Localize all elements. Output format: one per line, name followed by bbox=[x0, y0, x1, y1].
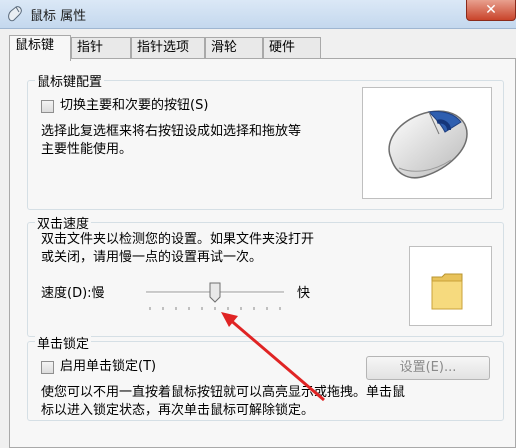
tab-buttons[interactable]: 鼠标键 bbox=[9, 35, 71, 61]
switch-buttons-checkbox[interactable] bbox=[41, 100, 54, 113]
click-lock-description: 使您可以不用一直按着鼠标按钮就可以高亮显示或拖拽。单击鼠 bbox=[41, 385, 406, 400]
double-click-description: 双击文件夹以检测您的设置。如果文件夹没打开 bbox=[41, 232, 315, 247]
slider-thumb[interactable] bbox=[209, 282, 221, 303]
mouse-illustration-icon bbox=[388, 110, 468, 179]
click-lock-settings-button[interactable]: 设置(E)... bbox=[366, 356, 490, 380]
group-title: 单击锁定 bbox=[35, 333, 92, 352]
button-config-description: 主要性能使用。 bbox=[41, 142, 133, 157]
folder-icon bbox=[431, 273, 463, 310]
test-folder[interactable] bbox=[409, 246, 492, 326]
speed-label: 速度(D):慢 bbox=[41, 286, 105, 301]
double-click-description: 或关闭，请用慢一点的设置再试一次。 bbox=[41, 250, 263, 265]
click-lock-group: 单击锁定 启用单击锁定(T) 设置(E)... 使您可以不用一直按着鼠标按钮就可… bbox=[27, 333, 504, 421]
tab-label: 硬件 bbox=[269, 40, 296, 55]
tab-pointers[interactable]: 指针 bbox=[71, 37, 131, 59]
tab-wheel[interactable]: 滑轮 bbox=[205, 37, 263, 59]
fast-label: 快 bbox=[297, 286, 311, 301]
slider-track bbox=[146, 282, 284, 310]
click-lock-description: 标以进入锁定状态，再次单击鼠标可解除锁定。 bbox=[41, 403, 315, 418]
tab-label: 指针 bbox=[77, 40, 104, 55]
switch-buttons-label[interactable]: 切换主要和次要的按钮(S) bbox=[60, 97, 208, 115]
button-config-description: 选择此复选框来将右按钮设成如选择和拖放等 bbox=[41, 124, 302, 139]
tab-label: 鼠标键 bbox=[15, 38, 55, 53]
speed-slider[interactable] bbox=[146, 281, 286, 315]
tab-label: 滑轮 bbox=[211, 40, 238, 55]
double-click-group: 双击速度 双击文件夹以检测您的设置。如果文件夹没打开 或关闭，请用慢一点的设置再… bbox=[27, 213, 504, 337]
close-icon: ✕ bbox=[485, 2, 497, 18]
tab-panel: 鼠标键配置 切换主要和次要的按钮(S) 选择此复选框来将右按钮设成如选择和拖放等… bbox=[9, 58, 516, 448]
title-bar: 鼠标 属性 ✕ bbox=[0, 0, 516, 29]
tab-label: 指针选项 bbox=[137, 40, 190, 55]
mouse-preview bbox=[362, 87, 492, 199]
window-title: 鼠标 属性 bbox=[30, 9, 87, 24]
group-title: 鼠标键配置 bbox=[35, 71, 105, 90]
close-button[interactable]: ✕ bbox=[466, 0, 516, 21]
click-lock-checkbox[interactable] bbox=[41, 361, 54, 374]
settings-button-label: 设置(E)... bbox=[399, 360, 457, 375]
group-title: 双击速度 bbox=[35, 213, 92, 232]
tab-pointer-options[interactable]: 指针选项 bbox=[131, 37, 205, 59]
button-config-group: 鼠标键配置 切换主要和次要的按钮(S) 选择此复选框来将右按钮设成如选择和拖放等… bbox=[27, 71, 504, 210]
click-lock-label[interactable]: 启用单击锁定(T) bbox=[60, 358, 156, 376]
tab-hardware[interactable]: 硬件 bbox=[263, 37, 321, 59]
mouse-icon bbox=[8, 6, 22, 22]
